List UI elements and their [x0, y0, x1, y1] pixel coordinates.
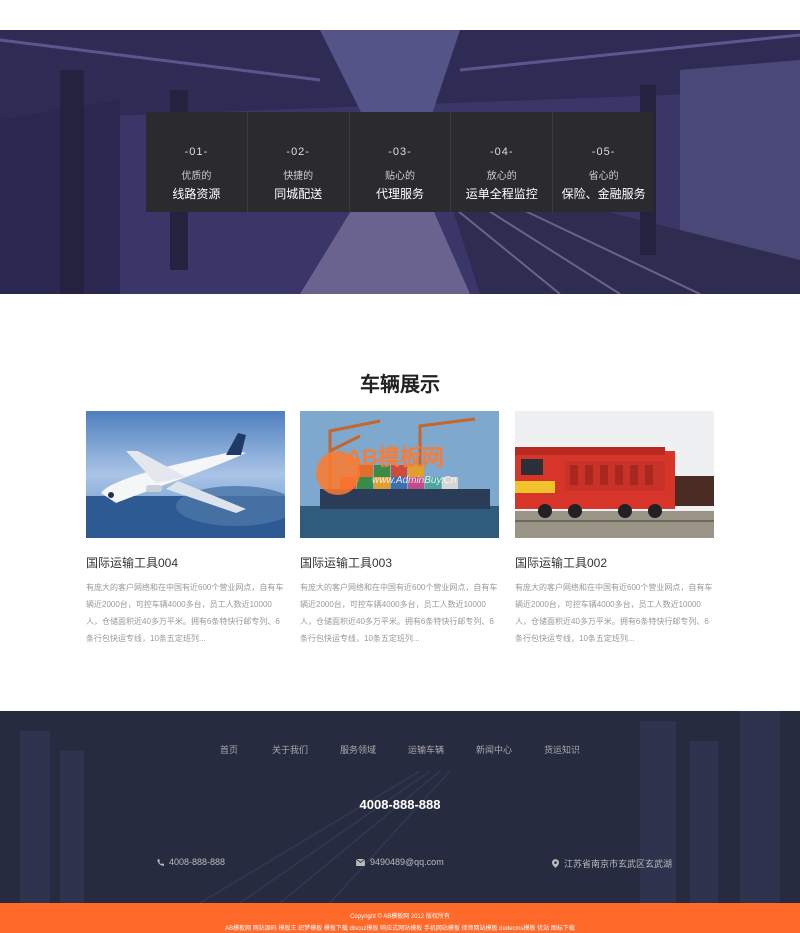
feature-number: -04-: [490, 146, 514, 158]
section-title: 车辆展示: [360, 374, 440, 396]
product-image[interactable]: [515, 411, 714, 538]
footer-nav-vehicles[interactable]: 运输车辆: [408, 743, 444, 756]
contact-address: 江苏省南京市玄武区玄武湖: [552, 857, 672, 870]
footer-nav-services[interactable]: 服务领域: [340, 743, 376, 756]
copyright-bar: Copyright © AB模板网 2012 版权所有 AB模板网 网站源码 模…: [0, 903, 800, 933]
top-spacer: [0, 0, 800, 30]
feature-box: -04- 放心的 运单全程监控: [451, 112, 554, 212]
product-description: 有庞大的客户网络和在中国有近600个营业网点，自有车辆近2000台，可控车辆40…: [515, 583, 713, 643]
feature-number: -02-: [286, 146, 310, 158]
contact-address-text: 江苏省南京市玄武区玄武湖: [564, 859, 673, 869]
product-card[interactable]: AB模板网 www.AdminBuy.Cn 国际运输工具003 有庞大的客户网络…: [300, 411, 499, 647]
footer-nav-home[interactable]: 首页: [220, 743, 238, 756]
product-description: 有庞大的客户网络和在中国有近600个营业网点，自有车辆近2000台，可控车辆40…: [300, 583, 498, 643]
feature-box: -03- 贴心的 代理服务: [349, 112, 452, 212]
feature-subtitle: 放心的: [486, 171, 517, 182]
footer-nav-news[interactable]: 新闻中心: [476, 743, 512, 756]
airplane-image: [86, 411, 285, 538]
hotline-number: 4008-888-888: [359, 797, 441, 812]
map-pin-icon: [552, 859, 559, 868]
feature-subtitle: 快捷的: [283, 171, 314, 182]
product-title[interactable]: 国际运输工具004: [86, 554, 285, 571]
feature-box: -05- 省心的 保险、金融服务: [553, 112, 654, 212]
contact-phone-text: 4008-888-888: [169, 857, 226, 867]
locomotive-image: [515, 411, 714, 538]
envelope-icon: [356, 858, 365, 866]
contact-email: 9490489@qq.com: [356, 857, 444, 867]
feature-subtitle: 省心的: [588, 171, 619, 182]
feature-title: 同城配送: [274, 187, 323, 201]
product-image[interactable]: [86, 411, 285, 538]
product-title[interactable]: 国际运输工具002: [515, 554, 714, 571]
product-card[interactable]: 国际运输工具004 有庞大的客户网络和在中国有近600个营业网点，自有车辆近20…: [86, 411, 285, 647]
cargo-port-image: AB模板网 www.AdminBuy.Cn: [300, 411, 499, 538]
feature-subtitle: 优质的: [181, 171, 212, 182]
copyright-text: Copyright © AB模板网 2012 版权所有: [350, 914, 450, 920]
vehicle-showcase: 车辆展示 国际运输工具004 有庞大的客户网络和在中国有近600个营业网点，自有…: [0, 368, 800, 714]
phone-icon: [157, 858, 164, 866]
feature-box: -01- 优质的 线路资源: [146, 112, 248, 212]
footer-nav-knowledge[interactable]: 货运知识: [544, 743, 580, 756]
product-description: 有庞大的客户网络和在中国有近600个营业网点，自有车辆近2000台，可控车辆40…: [86, 583, 284, 643]
feature-boxes: -01- 优质的 线路资源 -02- 快捷的 同城配送 -03- 贴心的 代理服…: [146, 112, 654, 212]
feature-title: 保险、金融服务: [561, 187, 646, 201]
product-title[interactable]: 国际运输工具003: [300, 554, 499, 571]
feature-box: -02- 快捷的 同城配送: [247, 112, 350, 212]
product-card[interactable]: 国际运输工具002 有庞大的客户网络和在中国有近600个营业网点，自有车辆近20…: [515, 411, 714, 647]
site-footer: 首页 关于我们 服务领域 运输车辆 新闻中心 货运知识 4008-888-888…: [0, 711, 800, 903]
watermark-text: AB模板网: [346, 445, 444, 470]
footer-nav-about[interactable]: 关于我们: [272, 743, 308, 756]
contact-email-text: 9490489@qq.com: [370, 857, 444, 867]
contact-phone: 4008-888-888: [156, 857, 225, 867]
friend-links[interactable]: AB模板网 网站源码 模板王 织梦模板 模板下载 discuz模板 响应式网站模…: [0, 923, 800, 932]
hero-banner: -01- 优质的 线路资源 -02- 快捷的 同城配送 -03- 贴心的 代理服…: [0, 30, 800, 294]
watermark-url: www.AdminBuy.Cn: [372, 475, 457, 486]
feature-title: 代理服务: [375, 187, 424, 201]
feature-title: 运单全程监控: [465, 187, 538, 201]
feature-number: -01-: [184, 146, 209, 158]
product-image[interactable]: AB模板网 www.AdminBuy.Cn: [300, 411, 499, 538]
feature-number: -03-: [388, 146, 412, 158]
feature-title: 线路资源: [172, 187, 221, 201]
feature-number: -05-: [591, 146, 616, 158]
feature-subtitle: 贴心的: [384, 171, 415, 182]
